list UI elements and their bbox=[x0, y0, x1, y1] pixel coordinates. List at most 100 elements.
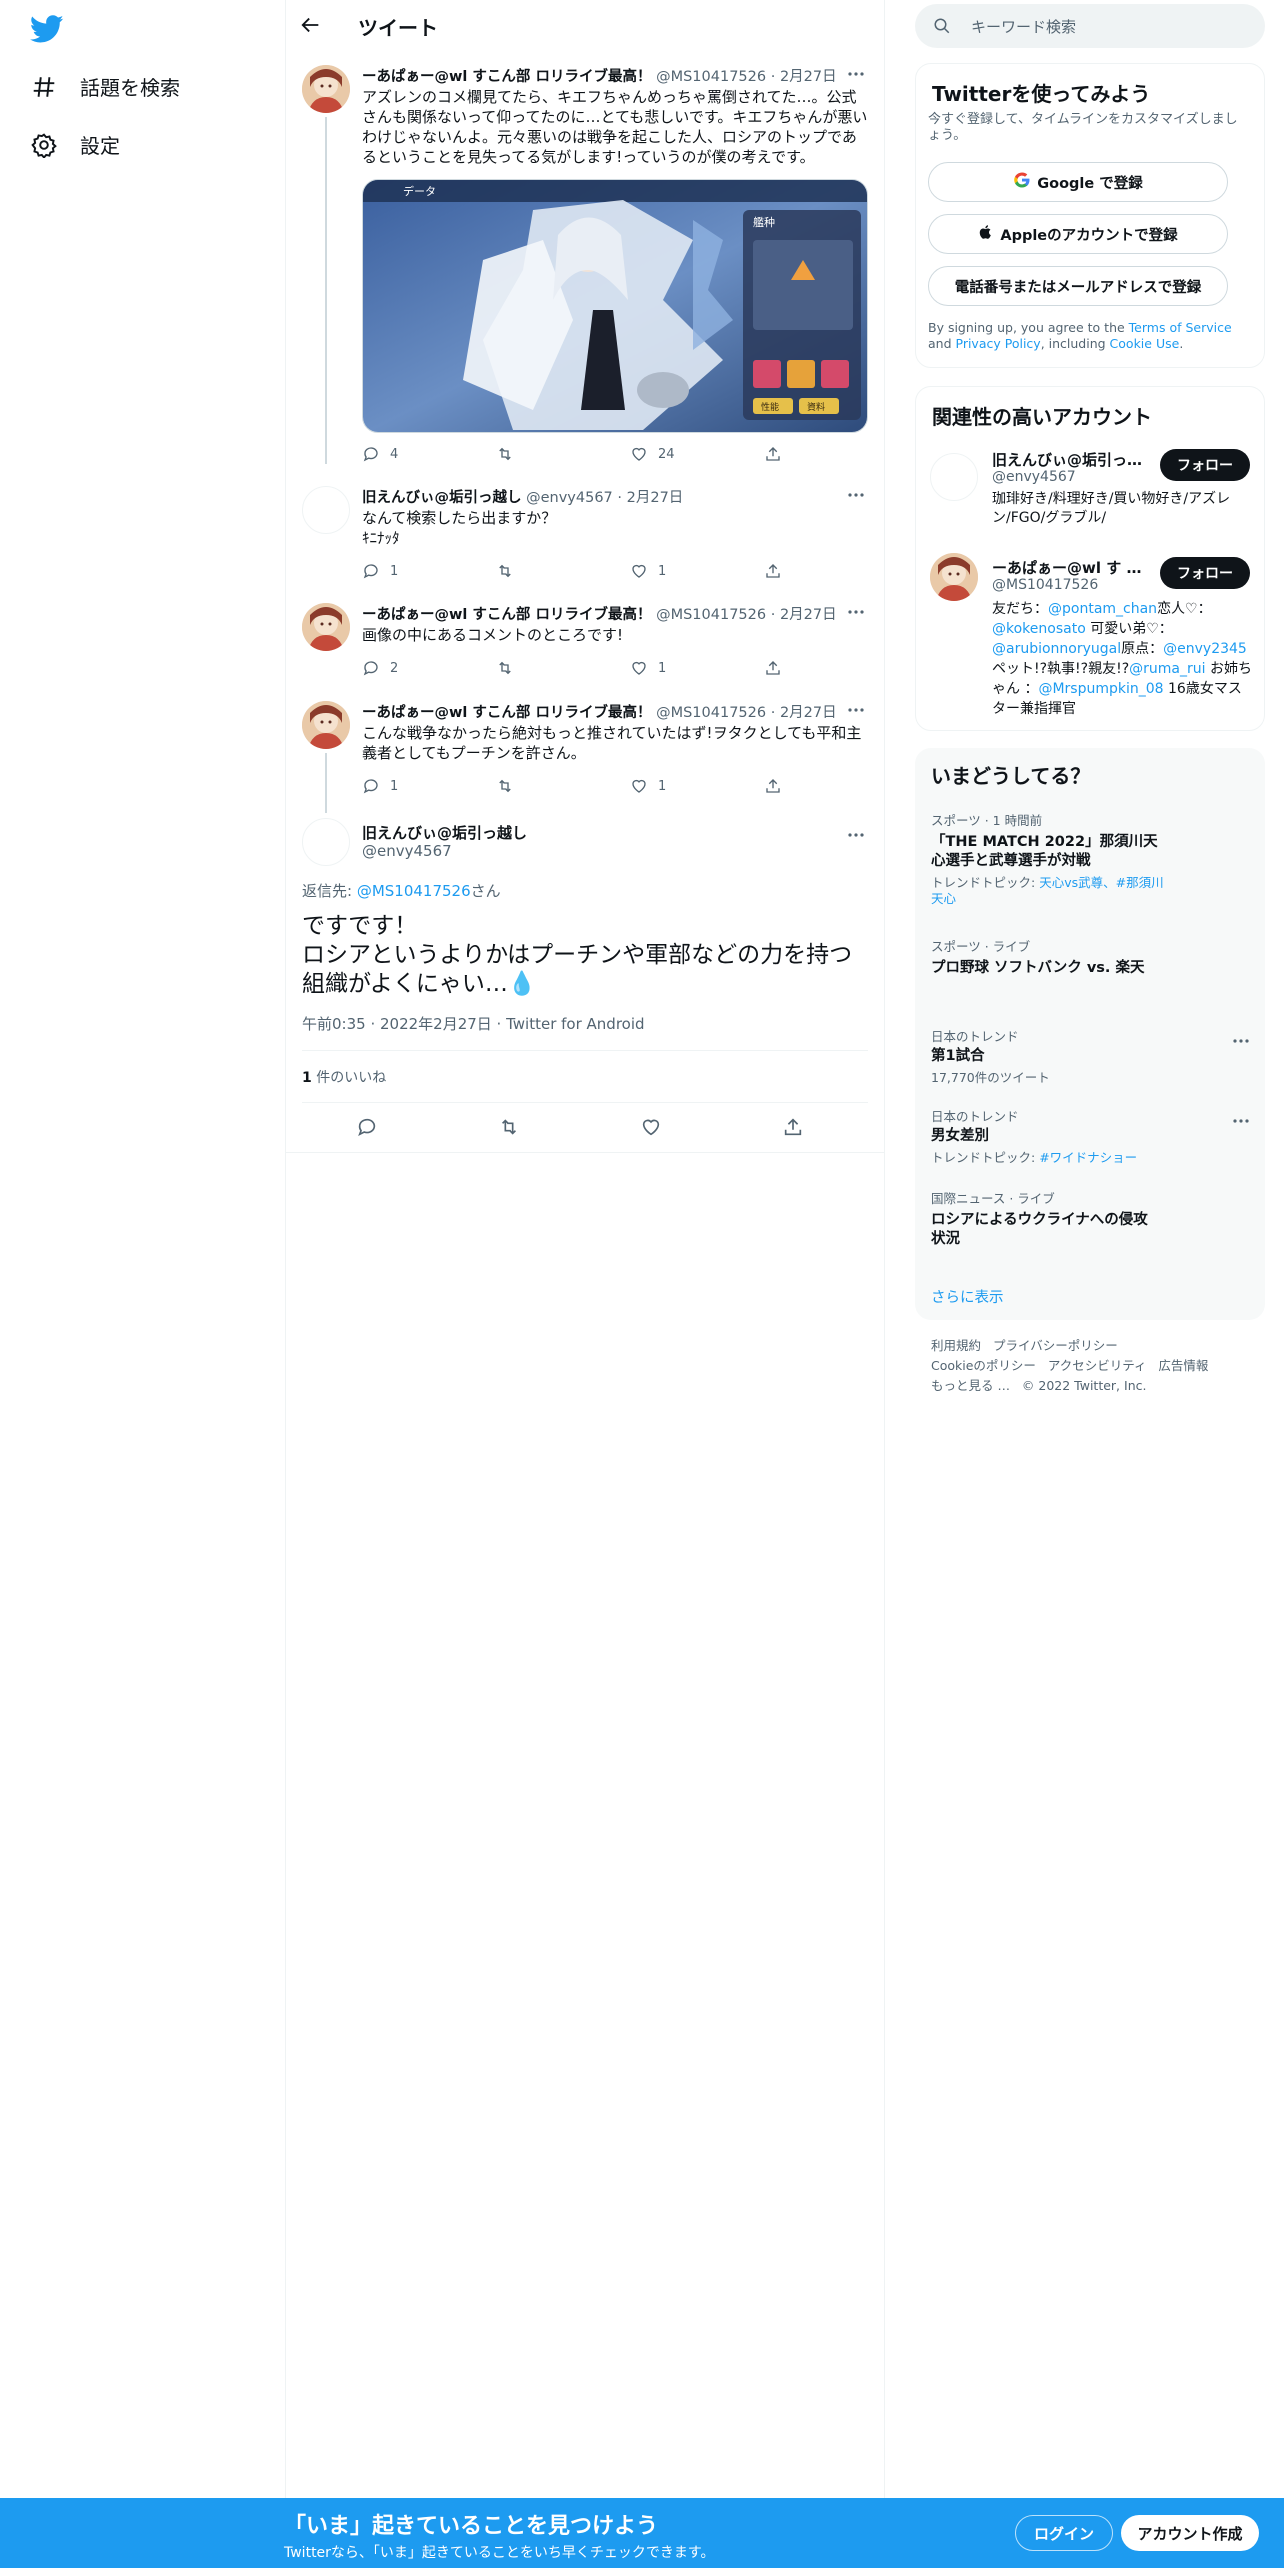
footer-cookie-link[interactable]: Cookieのポリシー bbox=[931, 1358, 1036, 1373]
handle[interactable]: @envy4567 bbox=[362, 842, 452, 860]
share-button[interactable] bbox=[764, 777, 782, 795]
display-name[interactable]: 旧えんびぃ@垢引っ越し bbox=[362, 490, 522, 506]
reply-icon[interactable] bbox=[356, 1116, 380, 1140]
share-icon[interactable] bbox=[782, 1116, 806, 1140]
tweet-date[interactable]: 2月27日 bbox=[780, 607, 837, 623]
footer-accessibility-link[interactable]: アクセシビリティ bbox=[1048, 1358, 1147, 1373]
nav-settings[interactable]: 設定 bbox=[30, 130, 120, 159]
google-signup-button[interactable]: Google で登録 bbox=[928, 162, 1228, 202]
more-options-icon[interactable] bbox=[846, 826, 866, 838]
search-input[interactable]: キーワード検索 bbox=[971, 16, 1076, 37]
share-icon bbox=[766, 779, 780, 793]
bio-mention[interactable]: @envy2345 bbox=[1163, 641, 1247, 657]
like-button[interactable]: 1 bbox=[630, 659, 666, 677]
heart-icon[interactable] bbox=[640, 1116, 664, 1140]
reply-button[interactable]: 4 bbox=[362, 445, 398, 463]
retweet-button[interactable] bbox=[496, 777, 514, 795]
display-name[interactable]: ーあぱぁー@wl すこん部 ロリライブ最高！ bbox=[362, 69, 651, 85]
bio-mention[interactable]: @ruma_rui bbox=[1129, 661, 1205, 677]
retweet-button[interactable] bbox=[496, 659, 514, 677]
reply-button[interactable]: 1 bbox=[362, 777, 398, 795]
share-button[interactable] bbox=[764, 659, 782, 677]
retweet-button[interactable] bbox=[496, 562, 514, 580]
bio-mention[interactable]: @pontam_chan bbox=[1048, 601, 1157, 617]
bio-mention[interactable]: @arubionnoryugal bbox=[992, 641, 1121, 657]
back-arrow-icon[interactable] bbox=[300, 14, 326, 40]
more-options-icon[interactable] bbox=[846, 486, 866, 498]
tweet-media-image[interactable]: データ 艦种 性能 資料 bbox=[362, 179, 868, 433]
like-button[interactable]: 1 bbox=[630, 562, 666, 580]
trend-topic-link[interactable]: #ワイドナショー bbox=[1039, 1150, 1137, 1165]
more-options-icon[interactable] bbox=[846, 701, 866, 713]
like-button[interactable]: 1 bbox=[630, 777, 666, 795]
more-options-icon[interactable] bbox=[846, 603, 866, 615]
twitter-logo-icon[interactable] bbox=[29, 12, 64, 46]
phone-email-signup-button[interactable]: 電話番号またはメールアドレスで登録 bbox=[928, 266, 1228, 306]
show-more-link[interactable]: さらに表示 bbox=[931, 1286, 1004, 1307]
account-handle[interactable]: @MS10417526 bbox=[992, 577, 1098, 593]
display-name[interactable]: ーあぱぁー@wl すこん部 ロリライブ最高！ bbox=[362, 705, 651, 721]
trend-item[interactable]: スポーツ · ライブ プロ野球 ソフトバンク vs. 楽天 bbox=[931, 936, 1251, 978]
display-name[interactable]: 旧えんびぃ@垢引っ越し bbox=[362, 822, 527, 843]
handle[interactable]: @MS10417526 bbox=[656, 607, 766, 623]
display-name[interactable]: ーあぱぁー@wl すこん部 ロリライブ最高！ bbox=[362, 607, 651, 623]
account-handle[interactable]: @envy4567 bbox=[992, 469, 1076, 485]
more-options-icon[interactable] bbox=[846, 65, 866, 77]
more-options-icon[interactable] bbox=[1231, 1032, 1251, 1044]
terms-link[interactable]: Terms of Service bbox=[1129, 320, 1232, 335]
tweet[interactable]: ーあぱぁー@wl すこん部 ロリライブ最高！ @MS10417526 · 2月2… bbox=[286, 603, 884, 689]
share-button[interactable] bbox=[764, 562, 782, 580]
login-button[interactable]: ログイン bbox=[1015, 2515, 1113, 2551]
tweet-actions: 2 1 bbox=[362, 659, 782, 679]
tweet-date[interactable]: 2月27日 bbox=[780, 69, 837, 85]
signup-button[interactable]: アカウント作成 bbox=[1121, 2515, 1259, 2551]
trend-item[interactable]: 国際ニュース · ライブ ロシアによるウクライナへの侵攻状況 bbox=[931, 1188, 1251, 1249]
trend-item[interactable]: スポーツ · 1 時間前 「THE MATCH 2022」那須川天心選手と武尊選… bbox=[931, 810, 1251, 907]
footer-terms-link[interactable]: 利用規約 bbox=[931, 1338, 981, 1353]
more-options-icon[interactable] bbox=[1231, 1112, 1251, 1124]
related-account[interactable]: ーあぱぁー@wl す こ… @MS10417526 フォロー 友だち：@pont… bbox=[916, 553, 1266, 723]
avatar[interactable] bbox=[302, 65, 350, 113]
cookie-link[interactable]: Cookie Use bbox=[1110, 336, 1180, 351]
share-button[interactable] bbox=[764, 445, 782, 463]
reply-button[interactable]: 1 bbox=[362, 562, 398, 580]
follow-button[interactable]: フォロー bbox=[1160, 449, 1250, 481]
apple-signup-button[interactable]: Appleのアカウントで登録 bbox=[928, 214, 1228, 254]
tweet-date[interactable]: 2月27日 bbox=[627, 490, 684, 506]
like-button[interactable]: 24 bbox=[630, 445, 675, 463]
reply-to-link[interactable]: @MS10417526 bbox=[357, 882, 471, 900]
retweet-button[interactable] bbox=[496, 445, 524, 463]
retweet-icon[interactable] bbox=[498, 1116, 522, 1140]
handle[interactable]: @envy4567 bbox=[526, 490, 613, 506]
related-account[interactable]: 旧えんびぃ@垢引っ… @envy4567 フォロー 珈琲好き/料理好き/買い物好… bbox=[916, 443, 1266, 543]
nav-explore[interactable]: 話題を検索 bbox=[30, 72, 180, 101]
bio-mention[interactable]: @kokenosato bbox=[992, 621, 1086, 637]
tweet[interactable]: 旧えんびぃ@垢引っ越し @envy4567 · 2月27日 なんて検索したら出ま… bbox=[286, 486, 884, 586]
tweet-meta[interactable]: 午前0:35 · 2022年2月27日 · Twitter for Androi… bbox=[302, 1013, 645, 1034]
bio-mention[interactable]: @Mrspumpkin_08 bbox=[1038, 681, 1163, 697]
follow-button[interactable]: フォロー bbox=[1160, 557, 1250, 589]
likes-summary[interactable]: 1 件のいいね bbox=[302, 1067, 386, 1087]
footer-ads-link[interactable]: 広告情報 bbox=[1158, 1358, 1208, 1373]
footer-privacy-link[interactable]: プライバシーポリシー bbox=[993, 1338, 1118, 1353]
avatar[interactable] bbox=[302, 603, 350, 651]
account-name[interactable]: 旧えんびぃ@垢引っ… bbox=[992, 449, 1152, 470]
handle[interactable]: @MS10417526 bbox=[656, 705, 766, 721]
reply-icon bbox=[363, 779, 378, 794]
avatar[interactable] bbox=[930, 453, 978, 501]
privacy-link[interactable]: Privacy Policy bbox=[956, 336, 1041, 351]
tweet[interactable]: ーあぱぁー@wl すこん部 ロリライブ最高！ @MS10417526 · 2月2… bbox=[286, 65, 884, 465]
handle[interactable]: @MS10417526 bbox=[656, 69, 766, 85]
footer-more-link[interactable]: もっと見る … bbox=[931, 1378, 1010, 1393]
trend-item[interactable]: 日本のトレンド 第1試合 17,770件のツイート bbox=[931, 1026, 1251, 1086]
search-bar[interactable]: キーワード検索 bbox=[915, 4, 1265, 48]
avatar[interactable] bbox=[302, 818, 350, 866]
avatar[interactable] bbox=[302, 486, 350, 534]
tweet[interactable]: ーあぱぁー@wl すこん部 ロリライブ最高！ @MS10417526 · 2月2… bbox=[286, 701, 884, 813]
avatar[interactable] bbox=[930, 553, 978, 601]
reply-button[interactable]: 2 bbox=[362, 659, 398, 677]
account-name[interactable]: ーあぱぁー@wl す こ… bbox=[992, 557, 1152, 578]
tweet-date[interactable]: 2月27日 bbox=[780, 705, 837, 721]
trend-item[interactable]: 日本のトレンド 男女差別 トレンドトピック: #ワイドナショー bbox=[931, 1106, 1251, 1166]
avatar[interactable] bbox=[302, 701, 350, 749]
